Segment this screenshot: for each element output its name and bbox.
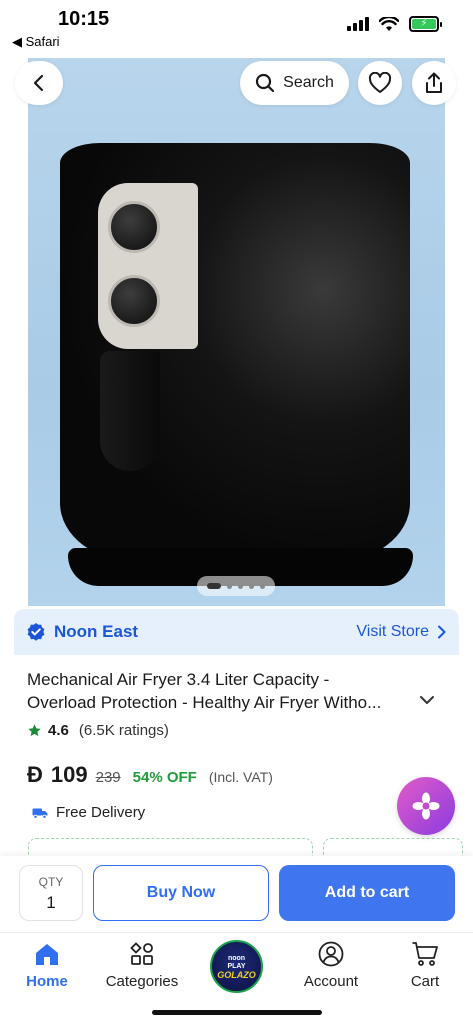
product-title-line-1: Mechanical Air Fryer 3.4 Liter Capacity …	[27, 670, 330, 689]
chevron-down-icon	[420, 696, 434, 704]
price-row: Đ 109 239 54% OFF (Incl. VAT)	[27, 762, 273, 788]
tab-categories-label: Categories	[105, 973, 179, 990]
tab-account[interactable]: Account	[286, 939, 376, 990]
home-indicator[interactable]	[152, 1010, 322, 1015]
delivery-label: Free Delivery	[56, 804, 146, 821]
visit-store-label: Visit Store	[356, 623, 429, 640]
home-icon	[36, 944, 58, 965]
status-time: 10:15	[58, 8, 110, 30]
visit-store-link[interactable]: Visit Store	[356, 623, 447, 641]
rating-summary[interactable]: 4.6 (6.5K ratings)	[27, 722, 169, 739]
quantity-selector[interactable]: QTY 1	[19, 865, 83, 921]
chevron-right-icon	[438, 625, 446, 639]
battery-icon: ⚡	[409, 16, 442, 32]
gallery-dot[interactable]	[238, 583, 243, 589]
gallery-dot[interactable]	[227, 583, 232, 589]
purchase-action-bar: QTY 1 Buy Now Add to cart	[0, 856, 473, 932]
product-title-line-2: Overload Protection - Healthy Air Fryer …	[27, 693, 382, 712]
noon-play-golazo-logo[interactable]: noon PLAY GOLAZO	[210, 940, 263, 993]
tab-home-label: Home	[26, 973, 68, 990]
status-icons: ⚡	[347, 16, 442, 32]
search-icon	[256, 73, 275, 93]
discount-badge: 54% OFF	[132, 769, 197, 786]
logo-text-golazo: GOLAZO	[217, 969, 256, 980]
quantity-value: 1	[46, 893, 56, 912]
rating-value: 4.6	[48, 722, 69, 739]
product-title[interactable]: Mechanical Air Fryer 3.4 Liter Capacity …	[27, 668, 412, 714]
back-button[interactable]	[15, 61, 63, 105]
back-icon	[33, 74, 44, 92]
account-icon	[318, 941, 344, 967]
cart-icon	[412, 942, 438, 966]
cellular-signal-icon	[347, 17, 369, 31]
back-to-safari-link[interactable]: ◀ Safari	[12, 34, 60, 50]
product-image-gallery[interactable]	[28, 58, 445, 606]
assistant-button[interactable]	[397, 777, 455, 835]
rating-count: (6.5K ratings)	[78, 722, 169, 739]
share-button[interactable]	[412, 61, 456, 105]
logo-text-noon: noon	[227, 954, 246, 962]
delivery-truck-icon	[32, 808, 48, 819]
tab-cart[interactable]: Cart	[380, 939, 470, 990]
product-info: Mechanical Air Fryer 3.4 Liter Capacity …	[14, 656, 459, 836]
heart-icon	[368, 72, 392, 93]
offer-card[interactable]	[323, 838, 463, 858]
gallery-pagination[interactable]	[197, 576, 275, 596]
vat-note: (Incl. VAT)	[208, 769, 273, 785]
search-button[interactable]: Search	[240, 61, 349, 105]
old-price: 239	[95, 769, 121, 786]
share-icon	[426, 72, 442, 93]
wifi-icon	[379, 16, 399, 31]
tab-categories[interactable]: Categories	[97, 939, 187, 990]
star-icon	[28, 724, 41, 737]
gallery-dot[interactable]	[260, 583, 265, 589]
currency-symbol: Đ	[27, 762, 43, 787]
verified-badge-icon	[27, 623, 45, 641]
tab-home[interactable]: Home	[2, 939, 92, 990]
status-bar: 10:15 ◀ Safari ⚡	[0, 0, 473, 58]
product-image	[60, 143, 413, 586]
wishlist-button[interactable]	[358, 61, 402, 105]
tab-cart-label: Cart	[410, 973, 440, 990]
search-label: Search	[283, 74, 334, 91]
categories-icon	[130, 942, 153, 965]
add-to-cart-button[interactable]: Add to cart	[279, 865, 455, 921]
tab-account-label: Account	[303, 973, 359, 990]
offer-card[interactable]	[28, 838, 313, 858]
store-name[interactable]: Noon East	[54, 622, 138, 642]
price: 109	[50, 762, 88, 787]
expand-title-button[interactable]	[419, 692, 435, 710]
flower-assistant-icon	[412, 792, 440, 820]
quantity-label: QTY	[38, 875, 64, 889]
buy-now-button[interactable]: Buy Now	[93, 865, 269, 921]
gallery-dot-active[interactable]	[207, 583, 221, 589]
gallery-dot[interactable]	[249, 583, 254, 589]
store-bar[interactable]: Noon East Visit Store	[14, 609, 459, 655]
delivery-info: Free Delivery	[32, 804, 145, 821]
